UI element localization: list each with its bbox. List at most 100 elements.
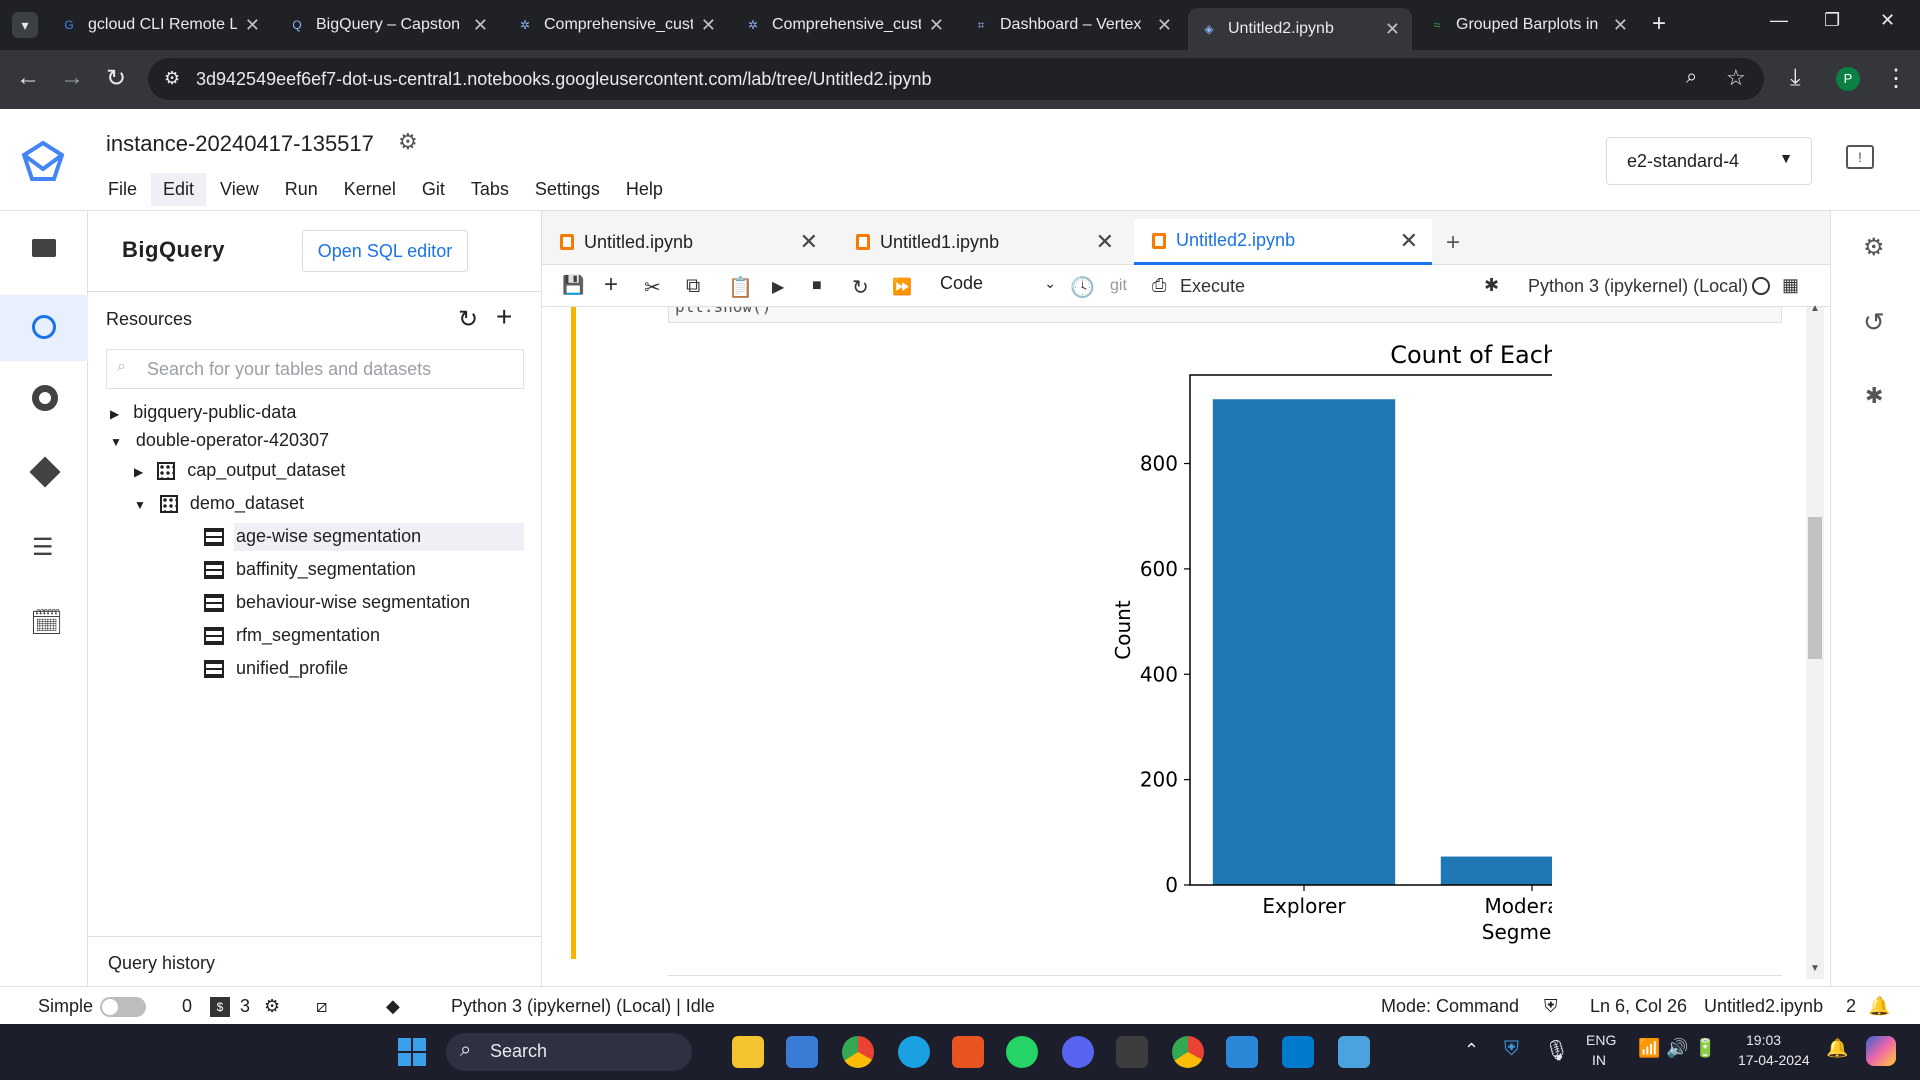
- open-sql-editor-button[interactable]: Open SQL editor: [302, 230, 468, 272]
- region-indicator[interactable]: IN: [1592, 1052, 1606, 1068]
- new-launcher-button[interactable]: +: [1446, 229, 1460, 257]
- browser-tab[interactable]: ⌗ Dashboard – Vertex ✕: [960, 8, 1184, 42]
- profile-avatar[interactable]: P: [1836, 67, 1860, 91]
- tree-project-public[interactable]: ▶ bigquery-public-data: [110, 402, 296, 423]
- whatsapp-icon[interactable]: [1006, 1036, 1038, 1068]
- notepad-icon[interactable]: [1226, 1036, 1258, 1068]
- execute-icon[interactable]: ⎙: [1152, 275, 1166, 296]
- paste-icon[interactable]: 📋: [728, 275, 753, 300]
- resource-usage-icon[interactable]: ⧄: [316, 996, 327, 1017]
- vscode-icon[interactable]: [1282, 1036, 1314, 1068]
- save-icon[interactable]: 💾: [562, 275, 584, 296]
- debugger-icon[interactable]: ✱: [1484, 275, 1499, 296]
- git-icon[interactable]: [29, 456, 61, 488]
- scheduler-icon[interactable]: 🗓: [30, 607, 63, 638]
- tree-table[interactable]: age-wise segmentation: [204, 526, 421, 547]
- trusted-icon[interactable]: ⛨: [1544, 996, 1558, 1017]
- scrollbar-thumb[interactable]: [1808, 517, 1822, 659]
- discord-icon[interactable]: [1062, 1036, 1094, 1068]
- wifi-icon[interactable]: 📶: [1638, 1038, 1660, 1059]
- close-icon[interactable]: ✕: [701, 15, 716, 36]
- query-history-label[interactable]: Query history: [108, 953, 215, 974]
- browser-tab[interactable]: ≈ Grouped Barplots in ✕: [1416, 8, 1640, 42]
- instance-settings-icon[interactable]: ⚙: [398, 129, 418, 155]
- menu-item-git[interactable]: Git: [410, 173, 457, 206]
- tree-table[interactable]: baffinity_segmentation: [204, 559, 416, 580]
- doc-tab-untitled1[interactable]: Untitled1.ipynb ✕: [838, 219, 1128, 265]
- restore-button[interactable]: ❐: [1824, 10, 1840, 31]
- close-icon[interactable]: ✕: [473, 15, 488, 36]
- stop-icon[interactable]: ■: [812, 277, 822, 295]
- kernel-usage-icon[interactable]: ⚙: [264, 996, 280, 1017]
- back-icon[interactable]: ←: [16, 64, 40, 92]
- machine-type-selector[interactable]: e2-standard-4 ▼: [1606, 137, 1812, 185]
- git-status-icon[interactable]: ◆: [386, 996, 400, 1017]
- add-resource-icon[interactable]: +: [496, 301, 512, 333]
- resource-search-input[interactable]: ⌕ Search for your tables and datasets: [106, 349, 524, 389]
- clock-icon[interactable]: 🕓: [1070, 275, 1095, 300]
- minimize-button[interactable]: —: [1770, 10, 1788, 31]
- new-tab-button[interactable]: +: [1652, 10, 1666, 38]
- battery-icon[interactable]: 🔋: [1694, 1038, 1716, 1059]
- microphone-icon[interactable]: 🎙: [1544, 1038, 1569, 1063]
- calendar-icon[interactable]: ▦: [1782, 275, 1799, 296]
- doc-tab-untitled2[interactable]: Untitled2.ipynb ✕: [1134, 219, 1432, 265]
- browser-tab[interactable]: Ggcloud CLI Remote L ✕: [48, 8, 272, 42]
- code-cell-bottom[interactable]: plt.show(): [668, 307, 1782, 323]
- download-icon[interactable]: ⤓: [1790, 64, 1801, 92]
- menu-item-file[interactable]: File: [96, 173, 149, 206]
- omnibox[interactable]: ⚙ 3d942549eef6ef7-dot-us-central1.notebo…: [148, 58, 1764, 100]
- insert-cell-icon[interactable]: +: [604, 271, 618, 299]
- close-icon[interactable]: ✕: [800, 229, 818, 255]
- menu-item-settings[interactable]: Settings: [523, 173, 612, 206]
- browser-tab[interactable]: ✲ Comprehensive_cust ✕: [732, 8, 956, 42]
- zoom-icon[interactable]: ⌕: [1686, 66, 1697, 89]
- forward-icon[interactable]: →: [60, 64, 84, 92]
- menu-item-help[interactable]: Help: [614, 173, 675, 206]
- running-kernels-icon[interactable]: [32, 385, 58, 411]
- tree-dataset-demo[interactable]: ▼ demo_dataset: [134, 493, 304, 514]
- clock-date[interactable]: 17-04-2024: [1738, 1052, 1810, 1068]
- close-icon[interactable]: ✕: [1096, 229, 1114, 255]
- close-icon[interactable]: ✕: [1157, 15, 1172, 36]
- taskbar-search[interactable]: ⌕ Search: [446, 1033, 692, 1071]
- edge-icon[interactable]: [898, 1036, 930, 1068]
- menu-kebab-icon[interactable]: ⋮: [1884, 64, 1908, 93]
- feedback-icon[interactable]: !: [1846, 145, 1874, 169]
- menu-item-view[interactable]: View: [208, 173, 271, 206]
- property-inspector-icon[interactable]: ⚙: [1863, 233, 1885, 262]
- tree-table[interactable]: unified_profile: [204, 658, 348, 679]
- menu-item-run[interactable]: Run: [273, 173, 330, 206]
- terminal-app-icon[interactable]: [1116, 1036, 1148, 1068]
- tree-table[interactable]: rfm_segmentation: [204, 625, 380, 646]
- scroll-up-icon[interactable]: ▲: [1810, 303, 1820, 314]
- menu-item-tabs[interactable]: Tabs: [459, 173, 521, 206]
- url-text[interactable]: 3d942549eef6ef7-dot-us-central1.notebook…: [196, 69, 932, 90]
- run-icon[interactable]: ▶: [772, 277, 784, 297]
- cell-type-select[interactable]: Code ⌄: [940, 273, 1056, 301]
- tree-dataset-cap-output[interactable]: ▶ cap_output_dataset: [134, 460, 345, 481]
- close-icon[interactable]: ✕: [929, 15, 944, 36]
- tree-table[interactable]: behaviour-wise segmentation: [204, 592, 470, 613]
- start-button[interactable]: [398, 1038, 426, 1066]
- bell-icon[interactable]: 🔔: [1868, 996, 1890, 1017]
- simple-mode-toggle[interactable]: [100, 997, 146, 1017]
- git-button[interactable]: git: [1110, 277, 1127, 295]
- close-icon[interactable]: ✕: [1385, 19, 1400, 40]
- defender-icon[interactable]: ⛨: [1504, 1038, 1519, 1061]
- copilot-icon[interactable]: [1866, 1036, 1896, 1066]
- tree-project[interactable]: ▼ double-operator-420307: [110, 430, 329, 451]
- scroll-down-icon[interactable]: ▼: [1810, 963, 1820, 974]
- tab-search-button[interactable]: ▾: [12, 12, 38, 38]
- scrollbar-track[interactable]: ▲ ▼: [1806, 303, 1824, 979]
- close-window-button[interactable]: ✕: [1880, 10, 1895, 31]
- terminal-icon[interactable]: $: [210, 997, 230, 1017]
- browser-tab[interactable]: ✲ Comprehensive_cust ✕: [504, 8, 728, 42]
- clock-time[interactable]: 19:03: [1746, 1032, 1781, 1048]
- language-indicator[interactable]: ENG: [1586, 1032, 1616, 1048]
- restart-icon[interactable]: ↻: [852, 275, 869, 300]
- notification-bell-icon[interactable]: 🔔: [1826, 1038, 1848, 1059]
- bookmark-star-icon[interactable]: ☆: [1726, 65, 1746, 91]
- doc-tab-untitled[interactable]: Untitled.ipynb ✕: [542, 219, 832, 265]
- store-icon[interactable]: [786, 1036, 818, 1068]
